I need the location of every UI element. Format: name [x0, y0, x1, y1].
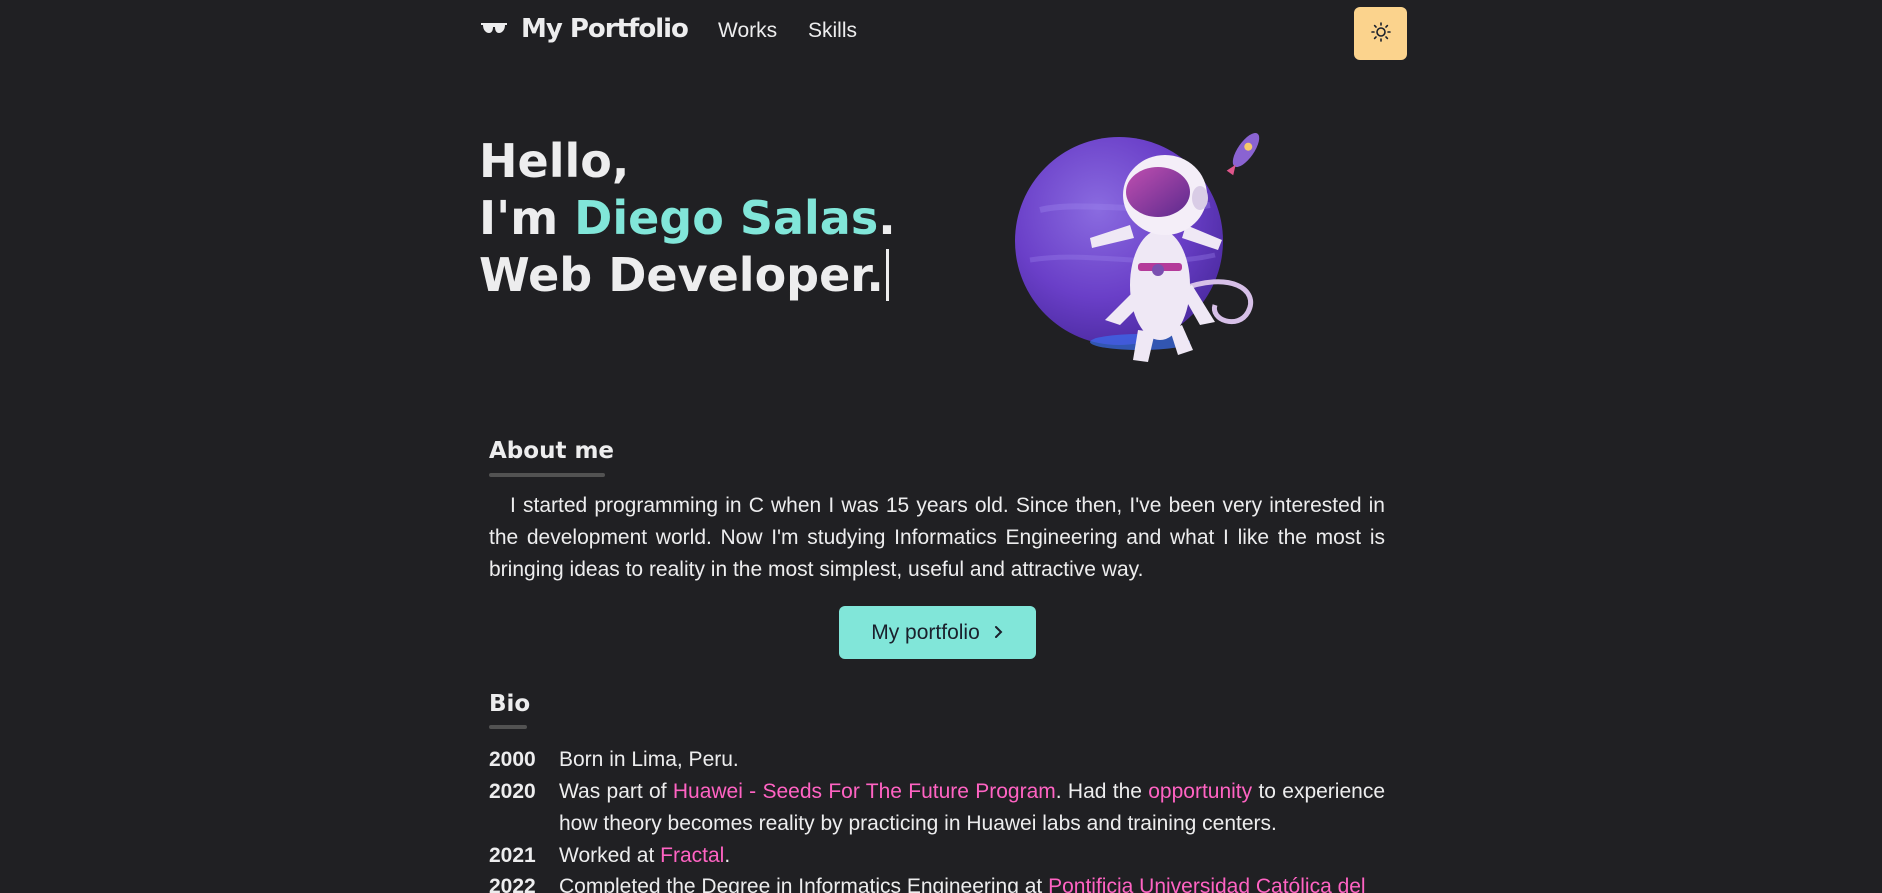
bio-underline [489, 725, 527, 729]
bio-title: Bio [489, 691, 531, 717]
bio-year: 2020 [489, 780, 536, 803]
bio-text-part: . [724, 844, 731, 867]
chevron-right-icon [994, 621, 1004, 645]
bio-year: 2021 [489, 844, 536, 867]
bio-year: 2000 [489, 748, 536, 771]
hero-name: Diego Salas [574, 191, 879, 245]
bio-text: Was part of Huawei - Seeds For The Futur… [559, 776, 1385, 840]
my-portfolio-label: My portfolio [871, 620, 980, 644]
sunglasses-icon [481, 21, 507, 37]
astronaut-illustration [1010, 120, 1280, 370]
fractal-link[interactable]: Fractal [660, 844, 724, 867]
logo-link[interactable]: My Portfolio [481, 14, 689, 44]
opportunity-link[interactable]: opportunity [1148, 780, 1252, 803]
typing-caret [885, 249, 889, 301]
nav-link-skills[interactable]: Skills [808, 19, 857, 43]
about-title: About me [489, 438, 615, 464]
hero-suffix: . [878, 191, 896, 245]
bio-text-part: Completed the Degree in Informatics Engi… [559, 875, 1049, 893]
huawei-link[interactable]: Huawei - Seeds For The Future Program [673, 780, 1056, 803]
bio-text: Completed the Degree in Informatics Engi… [559, 871, 1385, 893]
bio-text-part: Worked at [559, 844, 661, 867]
bio-year: 2022 [489, 875, 536, 893]
my-portfolio-button[interactable]: My portfolio [839, 606, 1036, 659]
theme-toggle-button[interactable] [1354, 7, 1407, 60]
hero-heading: Hello, I'm Diego Salas. Web Developer. [479, 133, 896, 304]
hero-role: Web Developer. [479, 248, 884, 302]
hero-line-2: I'm Diego Salas. [479, 190, 896, 247]
nav-link-works[interactable]: Works [718, 19, 777, 43]
hero-prefix: I'm [479, 191, 575, 245]
hero-line-3: Web Developer. [479, 247, 896, 304]
about-underline [489, 473, 605, 477]
pucp-link[interactable]: Pontificia Universidad Católica del [1048, 875, 1366, 893]
sun-icon [1370, 22, 1391, 45]
bio-text: Born in Lima, Peru. [559, 748, 739, 771]
bio-text-part: Was part of [559, 780, 673, 803]
bio-text: Worked at Fractal. [559, 840, 1385, 872]
logo-text: My Portfolio [521, 14, 689, 44]
about-paragraph: I started programming in C when I was 15… [489, 494, 1385, 581]
bio-text-part: . Had the [1055, 780, 1149, 803]
hero-line-1: Hello, [479, 134, 630, 188]
navbar: My Portfolio Works Skills [0, 0, 1882, 67]
